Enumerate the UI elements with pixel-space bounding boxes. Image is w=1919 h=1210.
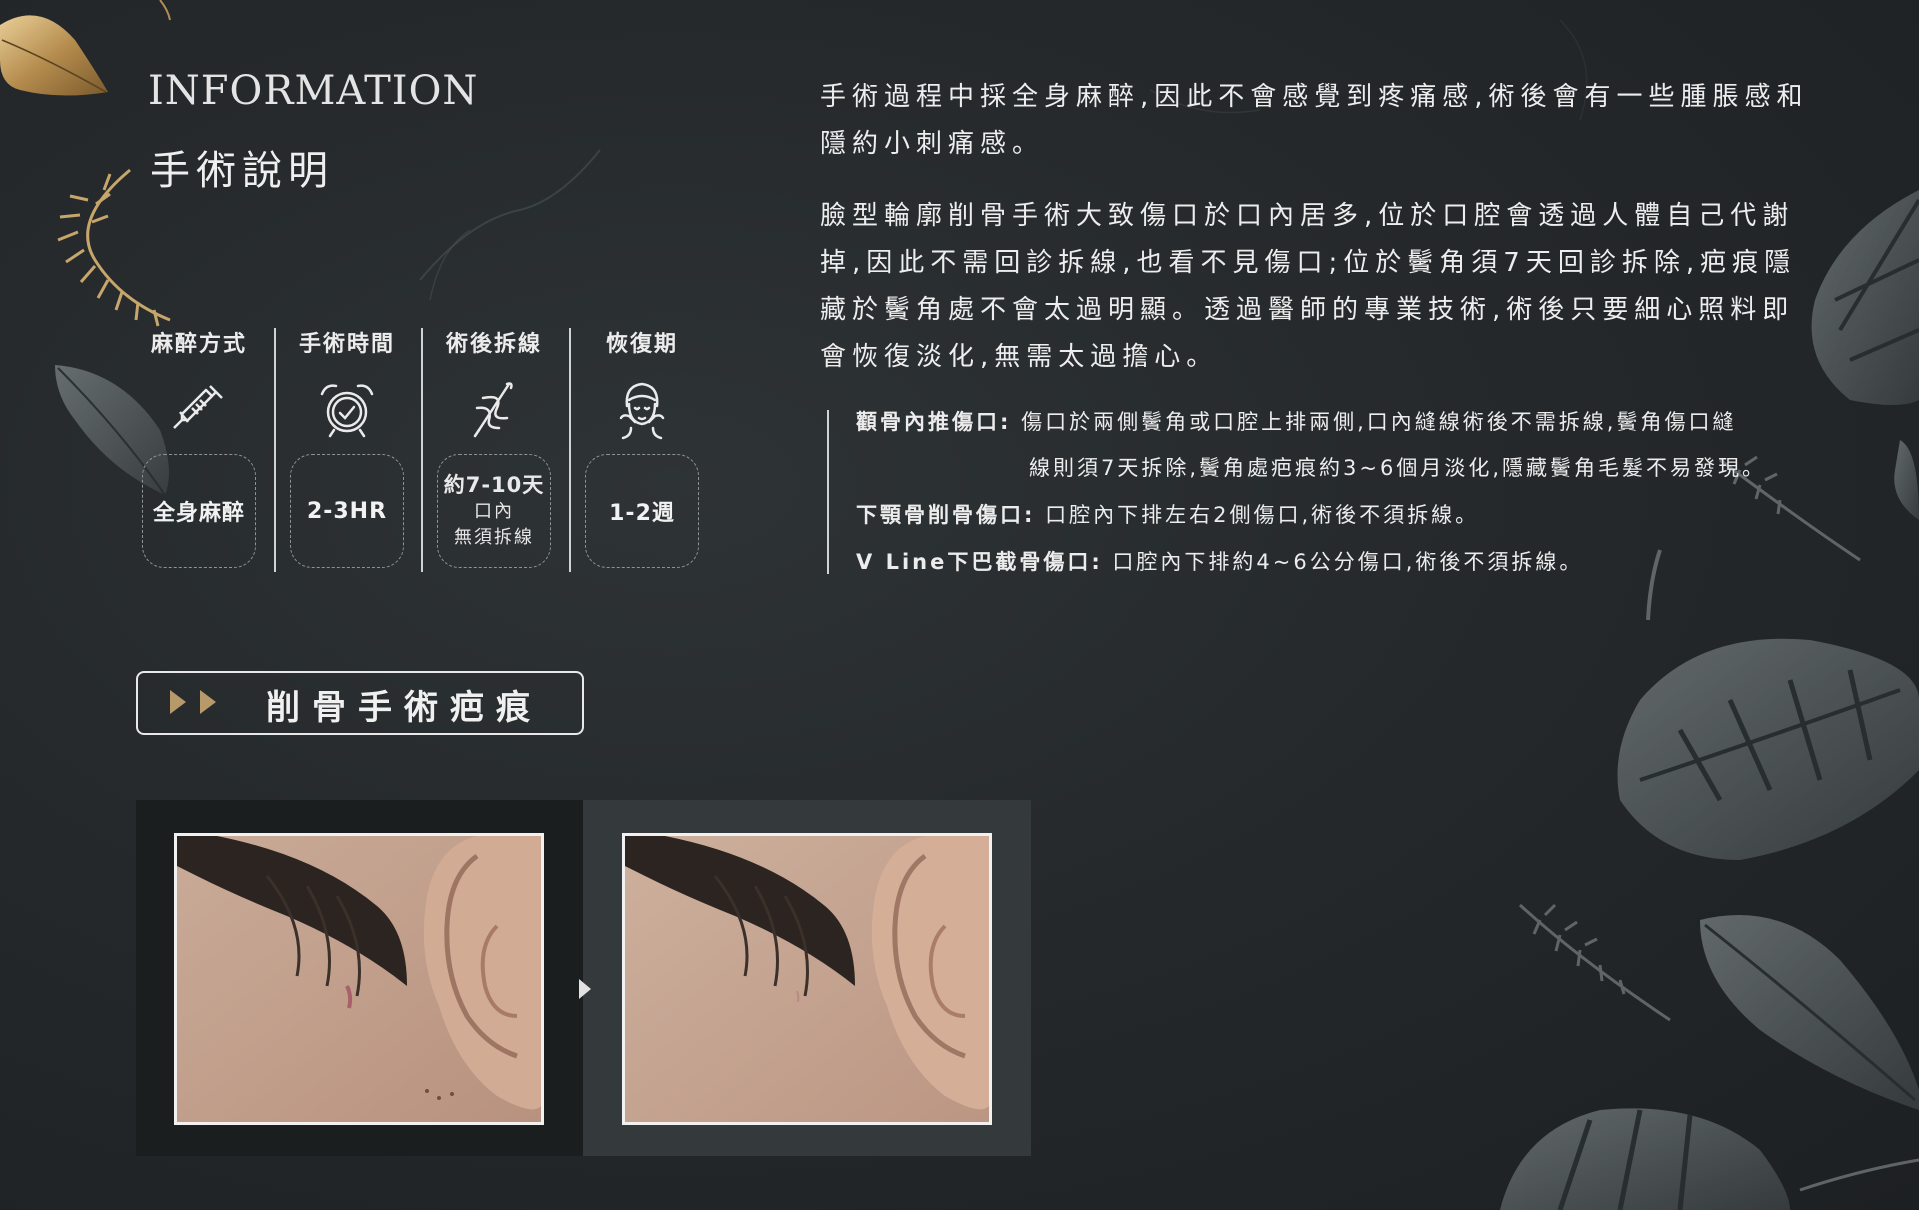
section-tag-label: 削骨手術疤痕 (266, 688, 542, 728)
column-value-box: 1-2週 (585, 454, 699, 568)
info-column-recovery: 恢復期 1-2週 (569, 330, 715, 572)
detail-label: 下顎骨削骨傷口: (856, 503, 1036, 527)
right-triangle-arrow-icon (579, 979, 591, 999)
column-value: 2-3HR (306, 498, 388, 524)
column-value-box: 約7-10天 口內 無須拆線 (437, 454, 551, 568)
column-label: 麻醉方式 (150, 332, 247, 357)
double-play-arrow-icon (170, 690, 216, 714)
column-value: 約7-10天 (443, 473, 545, 497)
column-value-sub: 口內 (474, 501, 514, 522)
column-label: 手術時間 (298, 332, 395, 357)
description-paragraph-1: 手術過程中採全身麻醉,因此不會感覺到疼痛感,術後會有一些腫脹感和隱約小刺痛感。 (820, 82, 1809, 159)
description-paragraph-2: 臉型輪廓削骨手術大致傷口於口內居多,位於口腔會透過人體自己代謝掉,因此不需回診拆… (820, 201, 1797, 372)
detail-item-cheekbone: 顴骨內推傷口: 傷口於兩側鬢角或口腔上排兩側,口內縫線術後不需拆線,鬢角傷口縫 (856, 399, 1736, 445)
detail-text: 線則須7天拆除,鬢角處疤痕約3~6個月淡化,隱藏鬢角毛髮不易發現。 (1029, 456, 1767, 480)
column-value: 全身麻醉 (152, 501, 245, 526)
column-value-box: 2-3HR (290, 454, 404, 568)
face-recovery-icon (619, 382, 665, 440)
before-photo (174, 833, 544, 1125)
column-value-sub: 無須拆線 (454, 527, 534, 548)
syringe-icon (173, 385, 223, 429)
detail-item-cheekbone-continued: 線則須7天拆除,鬢角處疤痕約3~6個月淡化,隱藏鬢角毛髮不易發現。 (1029, 445, 1766, 491)
info-column-anesthesia: 麻醉方式 全身麻醉 (126, 330, 272, 572)
column-value-box: 全身麻醉 (142, 454, 256, 568)
suture-needle-icon (473, 382, 513, 438)
page-title-en: INFORMATION (148, 68, 479, 114)
detail-item-jaw: 下顎骨削骨傷口: 口腔內下排左右2側傷口,術後不須拆線。 (856, 492, 1479, 538)
column-value: 1-2週 (609, 501, 675, 526)
column-label: 術後拆線 (445, 332, 542, 357)
info-column-sutures: 術後拆線 約7-10天 口內 無須拆線 (421, 330, 567, 572)
ear-after-photo (625, 836, 989, 1122)
detail-text: 口腔內下排左右2側傷口,術後不須拆線。 (1045, 503, 1480, 527)
detail-text: 傷口於兩側鬢角或口腔上排兩側,口內縫線術後不需拆線,鬢角傷口縫 (1021, 410, 1737, 434)
column-label: 恢復期 (605, 332, 678, 357)
detail-text: 口腔內下排約4~6公分傷口,術後不須拆線。 (1112, 550, 1584, 574)
ear-before-photo (177, 836, 541, 1122)
detail-label: 顴骨內推傷口: (856, 410, 1012, 434)
detail-item-vline: V Line下巴截骨傷口: 口腔內下排約4~6公分傷口,術後不須拆線。 (856, 539, 1583, 585)
after-photo (622, 833, 992, 1125)
gold-leaf-icon (0, 0, 171, 96)
detail-label: V Line下巴截骨傷口: (856, 550, 1103, 574)
detail-accent-bar (827, 410, 829, 574)
alarm-clock-icon (320, 384, 374, 438)
page-title-zh: 手術說明 (150, 148, 334, 194)
info-column-duration: 手術時間 2-3HR (274, 330, 420, 572)
